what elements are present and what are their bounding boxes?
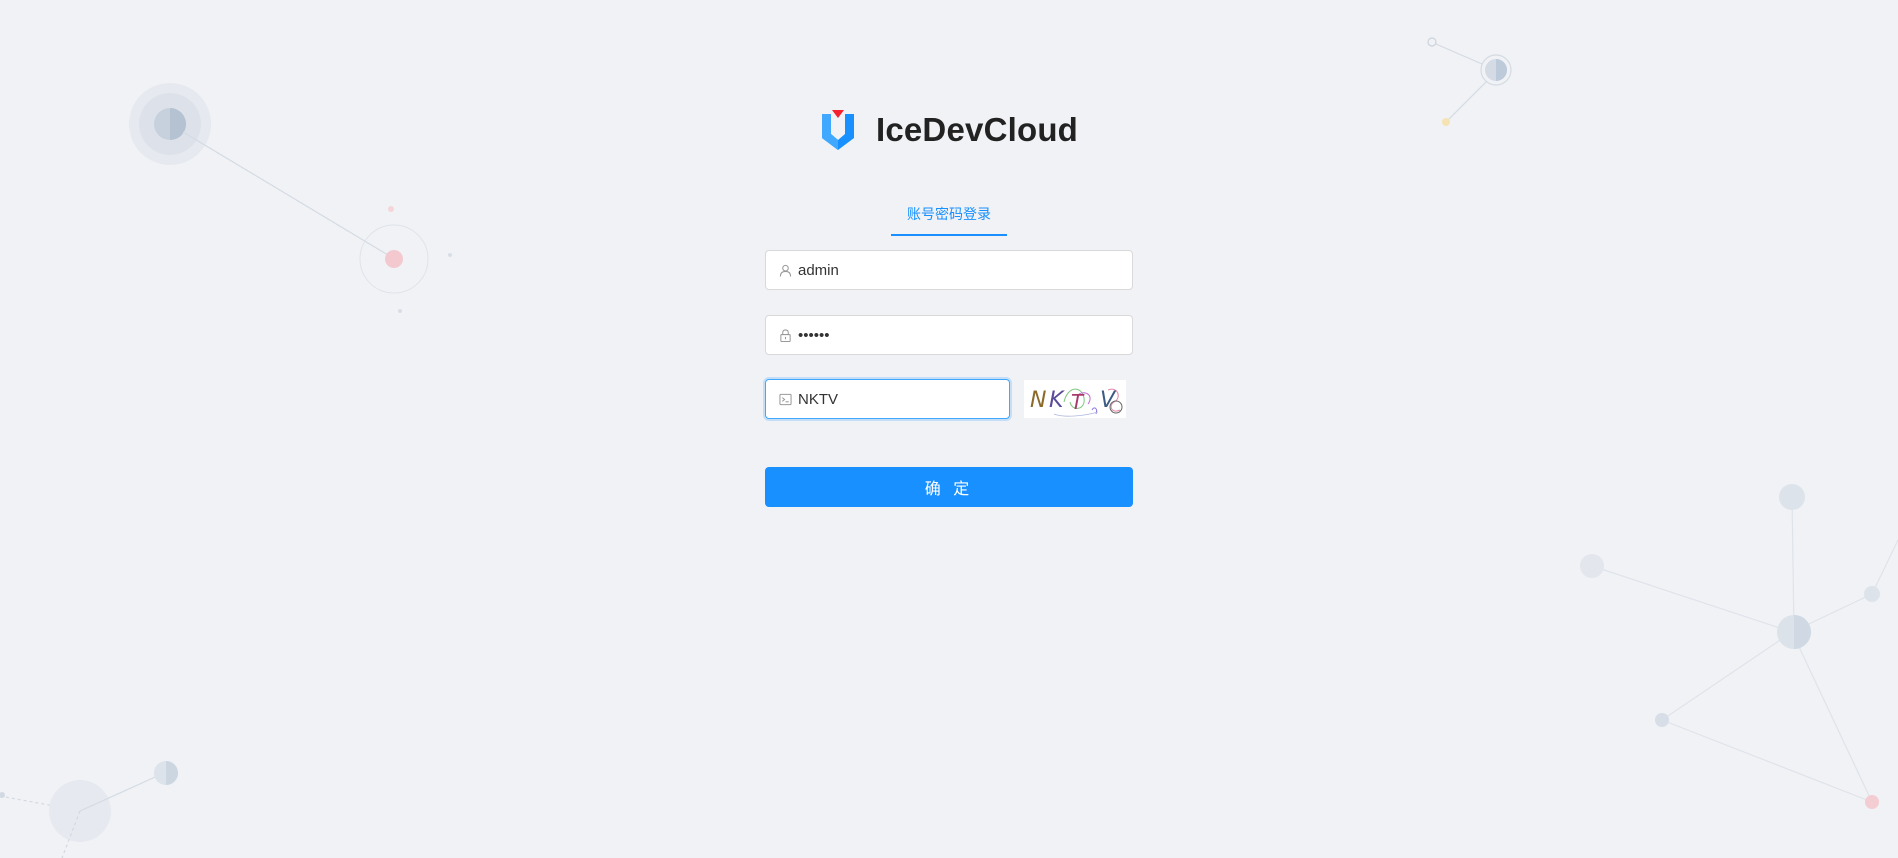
login-panel: IceDevCloud 账号密码登录 admin •••••• NKTV N K… <box>765 100 1133 507</box>
app-title: IceDevCloud <box>875 111 1079 148</box>
username-input[interactable] <box>798 261 1098 279</box>
captcha-char: N <box>1030 388 1046 413</box>
username-field[interactable] <box>765 250 1133 290</box>
login-tabs: 账号密码登录 <box>765 198 1133 236</box>
brand-header: IceDevCloud <box>765 100 1133 160</box>
captcha-char: T <box>1071 390 1085 414</box>
captcha-char: K <box>1049 388 1065 413</box>
captcha-row: N K T V <box>765 379 1133 419</box>
user-icon <box>778 263 792 277</box>
password-field[interactable] <box>765 315 1133 355</box>
captcha-char: V <box>1100 388 1117 413</box>
tab-account-password[interactable]: 账号密码登录 <box>891 198 1007 236</box>
lock-icon <box>778 328 792 342</box>
logo-icon <box>821 110 854 150</box>
captcha-field[interactable] <box>765 379 1010 419</box>
captcha-image[interactable]: N K T V <box>1024 380 1126 418</box>
code-icon <box>778 392 792 406</box>
password-input[interactable] <box>798 326 1098 344</box>
captcha-input[interactable] <box>798 390 998 408</box>
submit-button[interactable]: 确 定 <box>765 467 1133 507</box>
login-page: IceDevCloud 账号密码登录 admin •••••• NKTV N K… <box>0 0 1898 858</box>
